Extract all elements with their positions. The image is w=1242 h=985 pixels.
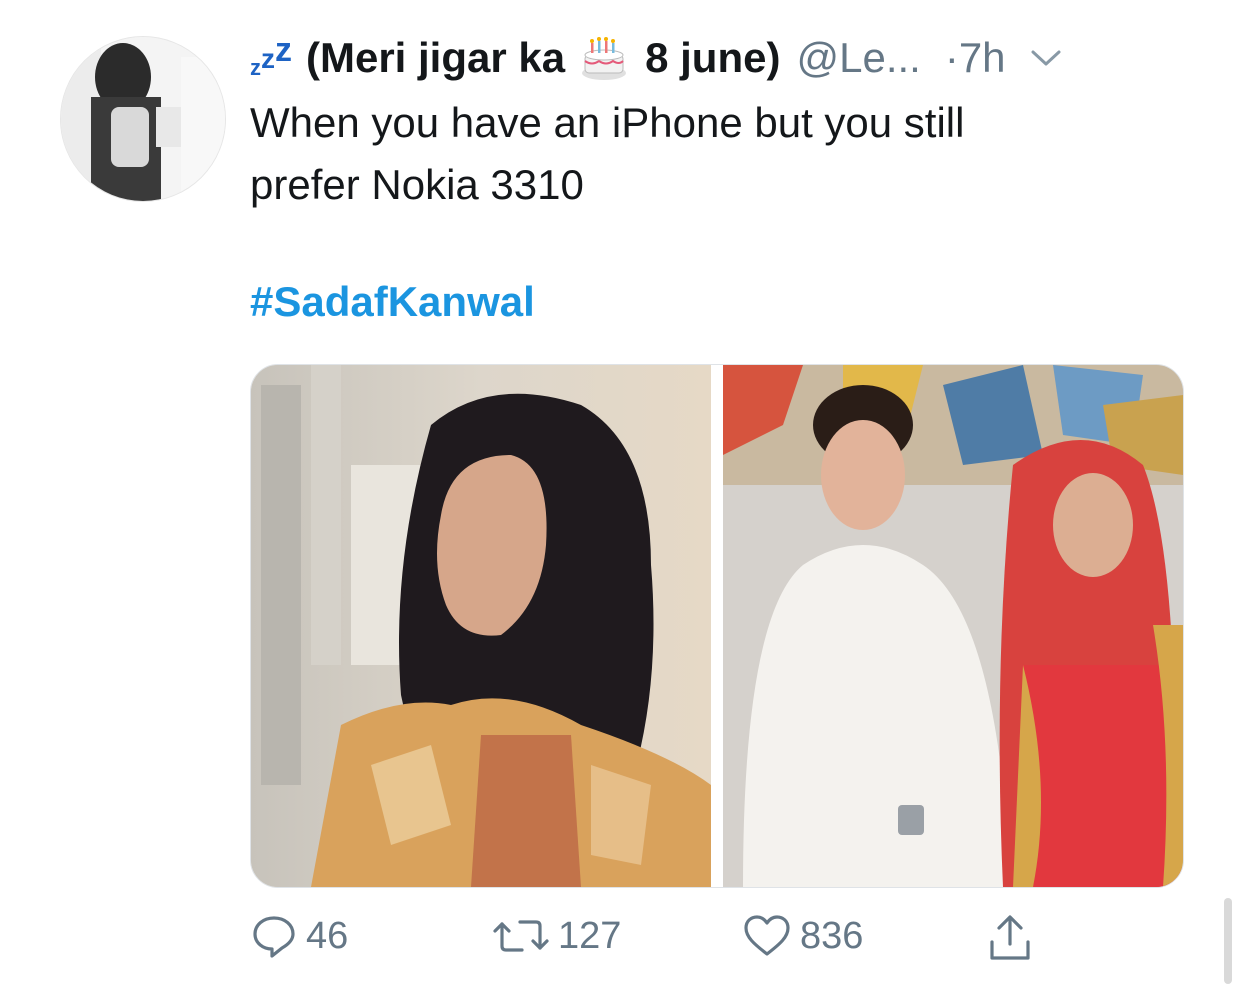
- couple-photo-image: [723, 365, 1183, 887]
- display-name-part1[interactable]: (Meri jigar ka: [306, 34, 565, 82]
- share-icon: [990, 915, 1030, 960]
- reply-icon: [253, 916, 295, 958]
- sleeping-zzz-icon: z z z: [250, 33, 292, 83]
- tweet[interactable]: z z z (Meri jigar ka 8 june) @Le... ·7h …: [0, 0, 1242, 985]
- share-button[interactable]: [986, 912, 1034, 964]
- tweet-text-line: When you have an iPhone but you still: [250, 99, 965, 146]
- zzz-letter: z: [275, 31, 292, 69]
- retweet-button[interactable]: 127: [492, 912, 621, 960]
- zzz-letter: z: [250, 55, 261, 80]
- like-count: 836: [800, 914, 864, 957]
- hashtag-link[interactable]: #SadafKanwal: [250, 278, 535, 326]
- birthday-cake-icon: [579, 33, 629, 83]
- tweet-text: When you have an iPhone but you still pr…: [250, 92, 1150, 216]
- chevron-down-icon[interactable]: [1030, 48, 1062, 68]
- retweet-count: 127: [558, 914, 622, 957]
- tweet-time[interactable]: ·7h: [945, 34, 1006, 82]
- avatar-photo-icon: [61, 37, 225, 201]
- like-button[interactable]: 836: [742, 912, 863, 960]
- media-grid: [250, 364, 1184, 888]
- reply-count: 46: [306, 914, 349, 957]
- scrollbar[interactable]: [1224, 898, 1232, 984]
- tweet-header: z z z (Meri jigar ka 8 june) @Le... ·7h: [250, 28, 1062, 88]
- media-photo-left[interactable]: [251, 365, 711, 887]
- reply-button[interactable]: 46: [250, 912, 348, 960]
- media-photo-right[interactable]: [723, 365, 1183, 887]
- tweet-actions: 46 127 836: [250, 912, 1050, 968]
- display-name-part2[interactable]: 8 june): [645, 34, 780, 82]
- avatar[interactable]: [60, 36, 226, 202]
- user-handle[interactable]: @Le...: [796, 34, 920, 82]
- tweet-text-line: prefer Nokia 3310: [250, 161, 584, 208]
- media-divider: [711, 365, 723, 887]
- zzz-letter: z: [261, 43, 275, 74]
- woman-portrait-image: [251, 365, 711, 887]
- retweet-icon: [493, 920, 549, 952]
- heart-icon: [744, 915, 790, 956]
